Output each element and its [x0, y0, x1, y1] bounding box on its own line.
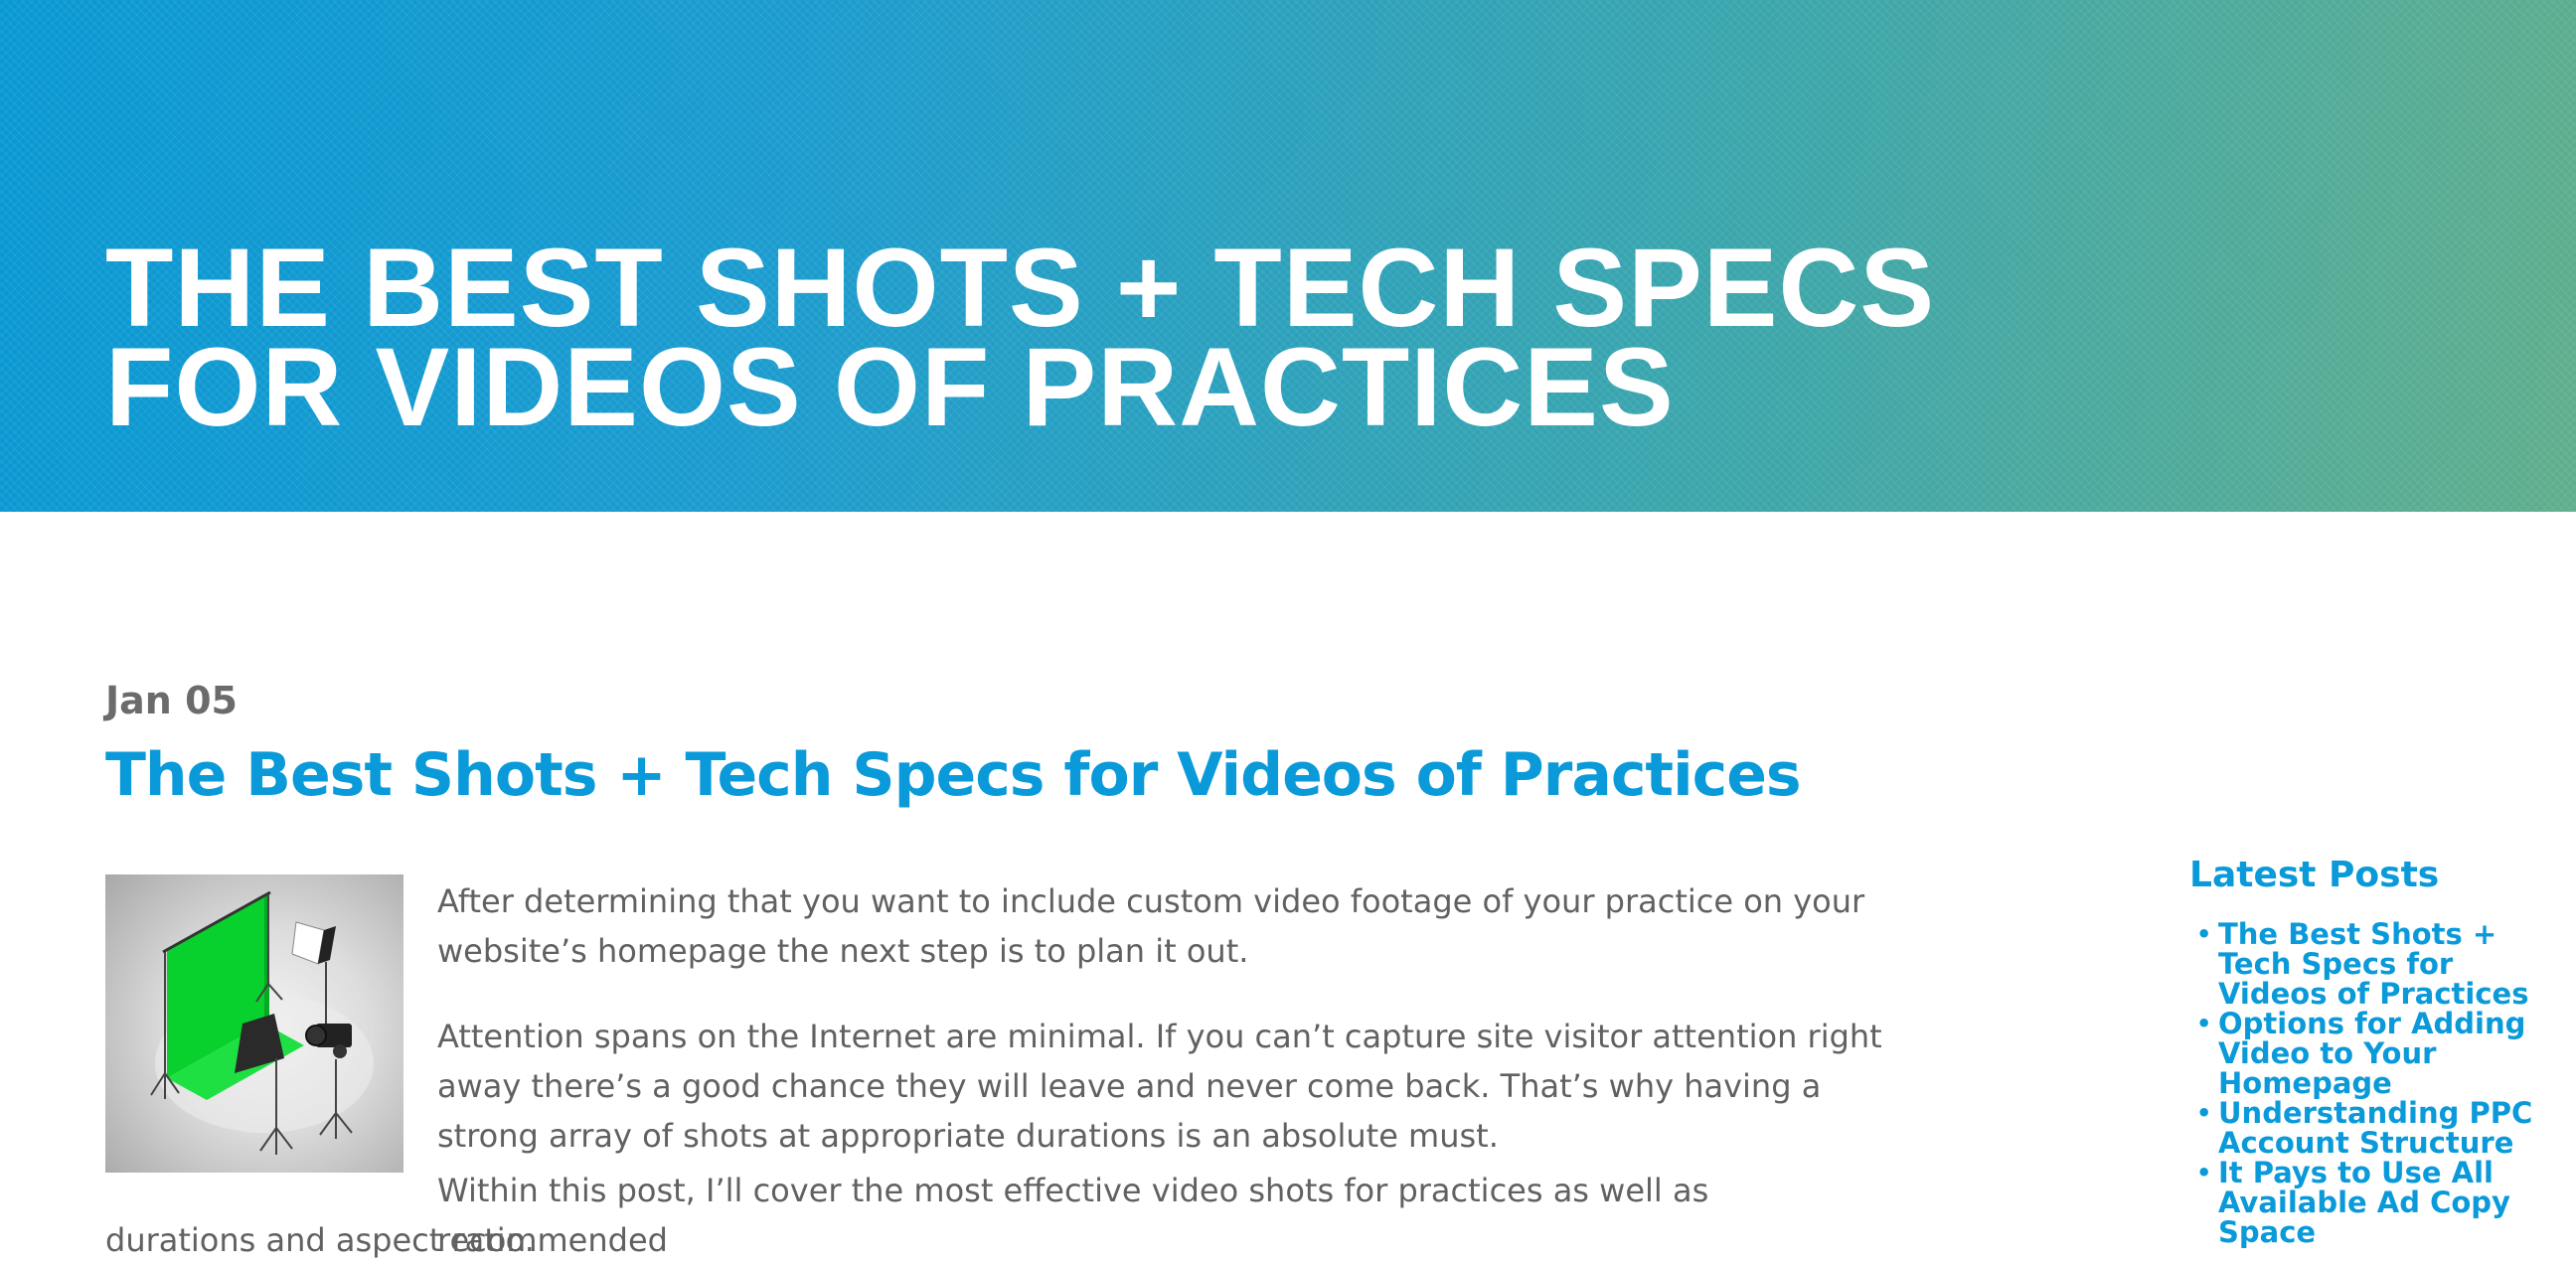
bullet-icon: • [2196, 1010, 2212, 1037]
page-hero-banner: THE BEST SHOTS + TECH SPECS FOR VIDEOS O… [0, 0, 2576, 512]
video-studio-illustration [105, 874, 403, 1173]
latest-post-item: • The Best Shots + Tech Specs for Videos… [2196, 919, 2544, 1009]
latest-post-link[interactable]: It Pays to Use All Available Ad Copy Spa… [2218, 1156, 2510, 1249]
green-screen-studio-icon [150, 890, 374, 1155]
bullet-icon: • [2196, 1099, 2212, 1127]
latest-posts-heading: Latest Posts [2189, 855, 2440, 895]
latest-post-link[interactable]: Understanding PPC Account Structure [2218, 1096, 2532, 1160]
post-paragraph-1: After determining that you want to inclu… [437, 882, 1865, 970]
hero-title: THE BEST SHOTS + TECH SPECS FOR VIDEOS O… [105, 233, 1994, 443]
hero-title-line-2: FOR VIDEOS OF PRACTICES [105, 325, 1675, 449]
post-date: Jan 05 [105, 679, 238, 722]
latest-post-link[interactable]: The Best Shots + Tech Specs for Videos o… [2218, 917, 2528, 1011]
latest-post-item: • Options for Adding Video to Your Homep… [2196, 1009, 2544, 1098]
bullet-icon: • [2196, 1159, 2212, 1186]
latest-post-item: • It Pays to Use All Available Ad Copy S… [2196, 1158, 2544, 1247]
latest-post-item: • Understanding PPC Account Structure [2196, 1098, 2544, 1158]
bullet-icon: • [2196, 920, 2212, 948]
post-title-link[interactable]: The Best Shots + Tech Specs for Videos o… [105, 735, 2093, 815]
latest-posts-list: • The Best Shots + Tech Specs for Videos… [2196, 919, 2544, 1247]
latest-post-link[interactable]: Options for Adding Video to Your Homepag… [2218, 1007, 2525, 1100]
post-paragraph-2: Attention spans on the Internet are mini… [437, 1018, 1882, 1155]
